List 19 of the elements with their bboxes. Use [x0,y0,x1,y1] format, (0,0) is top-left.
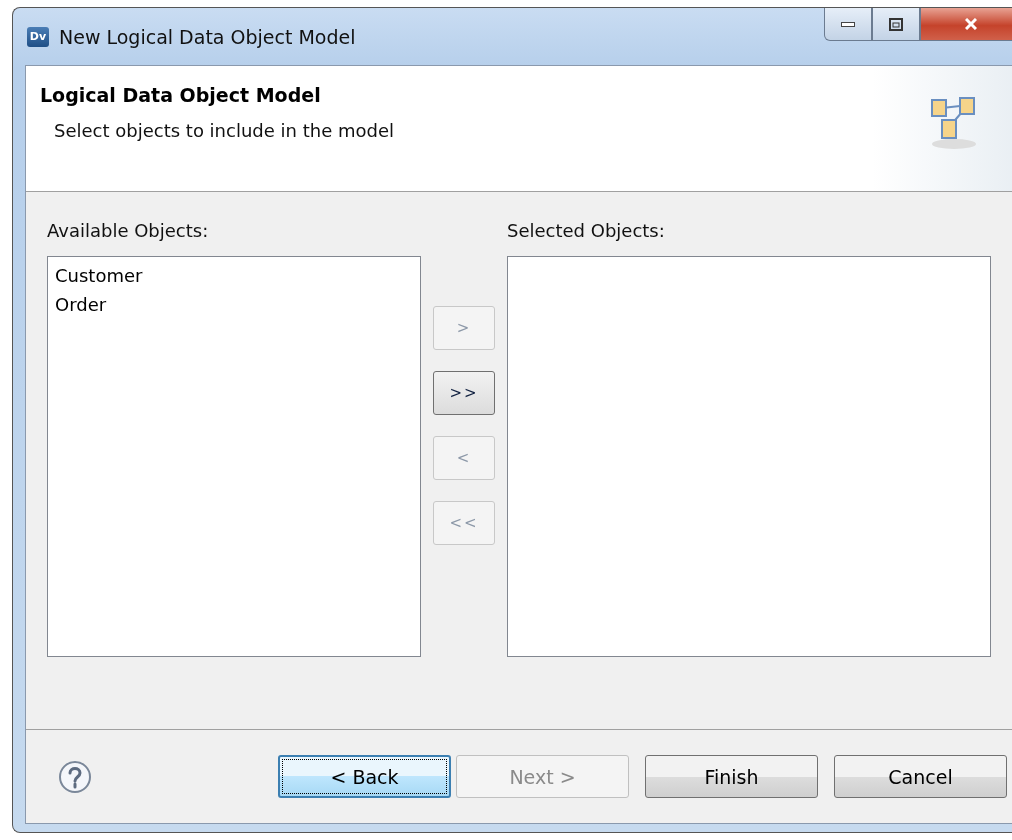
minimize-icon [841,21,855,27]
page-description: Select objects to include in the model [54,120,394,141]
list-label: Available Objects: [47,220,210,243]
maximize-icon [889,17,903,31]
dialog-button[interactable]: < Back [278,755,451,798]
list-label: Selected Objects: [507,220,666,243]
maximize-button[interactable] [872,8,920,41]
minimize-button[interactable] [824,8,872,41]
dialog-button[interactable]: Finish [645,755,818,798]
list-item[interactable]: Customer [55,261,413,290]
dialog-button[interactable]: Cancel [834,755,1007,798]
move-button[interactable]: >> [433,371,495,415]
list-item[interactable]: Order [55,290,413,319]
available-objects-list[interactable]: Customer Order [47,256,421,657]
page-title: Logical Data Object Model [40,84,322,106]
app-icon: Dv [27,26,49,47]
help-icon[interactable] [58,759,92,794]
close-icon [965,18,977,30]
window-title: New Logical Data Object Model [59,25,357,48]
